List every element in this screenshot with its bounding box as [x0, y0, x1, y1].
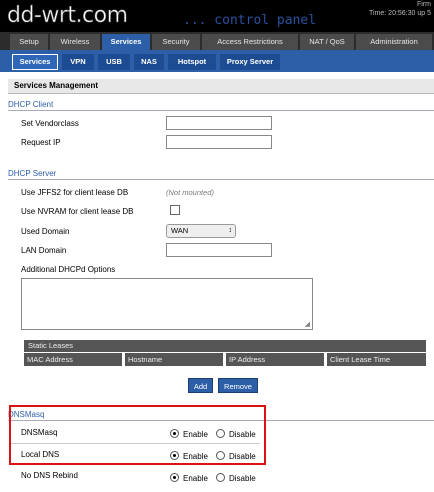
remove-lease-button[interactable]: Remove — [218, 378, 258, 393]
tab-administration[interactable]: Administration — [356, 34, 432, 50]
column-hostname: Hostname — [125, 353, 223, 366]
section-heading-dhcp-server: DHCP Server — [8, 168, 434, 180]
page-title-bar: Services Management — [8, 79, 434, 94]
no-dns-rebind-enable-label: Enable — [183, 474, 208, 483]
jffs2-label: Use JFFS2 for client lease DB — [21, 188, 129, 197]
tab-wireless[interactable]: Wireless — [50, 34, 100, 50]
vendorclass-input[interactable] — [166, 116, 272, 130]
tab-nat-qos[interactable]: NAT / QoS — [300, 34, 354, 50]
dd-wrt-logo: dd-wrt.com — [7, 3, 129, 29]
request-ip-label: Request IP — [21, 138, 61, 147]
subtab-services[interactable]: Services — [12, 54, 58, 70]
main-nav-tabs: Setup Wireless Services Security Access … — [0, 32, 434, 50]
no-dns-rebind-disable-label: Disable — [229, 474, 256, 483]
tab-access-restrictions[interactable]: Access Restrictions — [202, 34, 298, 50]
lan-domain-input[interactable] — [166, 243, 272, 257]
no-dns-rebind-enable-radio[interactable] — [170, 473, 179, 482]
section-heading-dhcp-client: DHCP Client — [8, 99, 434, 111]
nvram-checkbox[interactable] — [170, 205, 180, 215]
subtab-usb[interactable]: USB — [98, 54, 130, 70]
column-mac-address: MAC Address — [24, 353, 122, 366]
tab-setup[interactable]: Setup — [10, 34, 48, 50]
subtab-nas[interactable]: NAS — [134, 54, 164, 70]
page-title: Services Management — [14, 81, 99, 90]
additional-options-label: Additional DHCPd Options — [21, 265, 116, 274]
no-dns-rebind-disable-radio[interactable] — [216, 473, 225, 482]
jffs2-status: (Not mounted) — [166, 188, 214, 197]
used-domain-value: WAN — [171, 226, 189, 235]
control-panel-subtitle: ... control panel — [183, 13, 317, 28]
column-ip-address: IP Address — [226, 353, 324, 366]
highlight-annotation-box — [9, 405, 266, 465]
tab-security[interactable]: Security — [152, 34, 200, 50]
header-banner: dd-wrt.com ... control panel Firm Time: … — [0, 0, 434, 32]
status-readout: Firm Time: 20:56:30 up 5 — [369, 0, 431, 18]
used-domain-select[interactable]: WAN ↕ — [166, 224, 236, 238]
additional-options-textarea[interactable]: ◢ — [21, 278, 313, 330]
select-arrows-icon: ↕ — [228, 227, 233, 234]
add-lease-button[interactable]: Add — [188, 378, 213, 393]
request-ip-input[interactable] — [166, 135, 272, 149]
sub-nav-tabs: Services VPN USB NAS Hotspot Proxy Serve… — [0, 50, 434, 72]
firmware-label: Firm — [417, 1, 431, 8]
lan-domain-label: LAN Domain — [21, 246, 67, 255]
subtab-hotspot[interactable]: Hotspot — [168, 54, 216, 70]
static-leases-title: Static Leases — [24, 340, 426, 352]
no-dns-rebind-label: No DNS Rebind — [21, 471, 78, 480]
resize-grip-icon[interactable]: ◢ — [305, 320, 310, 328]
nvram-label: Use NVRAM for client lease DB — [21, 207, 134, 216]
vendorclass-label: Set Vendorclass — [21, 119, 79, 128]
tab-services[interactable]: Services — [102, 34, 150, 50]
subtab-proxy-server[interactable]: Proxy Server — [220, 54, 280, 70]
used-domain-label: Used Domain — [21, 227, 70, 236]
uptime-label: Time: 20:56:30 up 5 — [368, 10, 431, 17]
column-client-lease-time: Client Lease Time — [327, 353, 426, 366]
subtab-vpn[interactable]: VPN — [62, 54, 94, 70]
